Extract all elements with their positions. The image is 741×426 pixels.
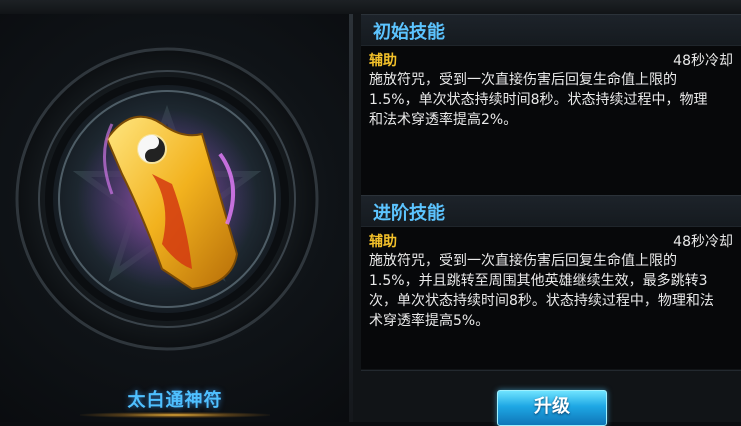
advanced-skill-title: 进阶技能: [373, 203, 445, 224]
initial-skill-box: 辅助 48秒冷却 施放符咒，受到一次直接伤害后回复生命值上限的1.5%，单次状态…: [361, 45, 741, 196]
advanced-skill-cooldown: 48秒冷却: [673, 234, 733, 250]
initial-skill-description: 施放符咒，受到一次直接伤害后回复生命值上限的1.5%，单次状态持续时间8秒。状态…: [369, 72, 708, 128]
initial-skill-header: 初始技能: [361, 14, 741, 45]
advanced-skill-description: 施放符咒，受到一次直接伤害后回复生命值上限的1.5%，并且跳转至周围其他英雄继续…: [369, 253, 714, 329]
initial-skill-type: 辅助: [369, 53, 397, 69]
initial-skill-cooldown: 48秒冷却: [673, 53, 733, 69]
skill-info-panel: 初始技能 辅助 48秒冷却 施放符咒，受到一次直接伤害后回复生命值上限的1.5%…: [353, 14, 741, 422]
item-showcase-panel: 太白通神符: [0, 14, 350, 422]
upgrade-button[interactable]: 升级: [497, 390, 607, 426]
advanced-skill-header: 进阶技能: [361, 195, 741, 226]
item-name: 太白通神符: [127, 390, 223, 411]
advanced-skill-box: 辅助 48秒冷却 施放符咒，受到一次直接伤害后回复生命值上限的1.5%，并且跳转…: [361, 226, 741, 369]
item-name-glow: [80, 412, 270, 418]
top-frame-strip: [0, 0, 741, 15]
advanced-skill-type: 辅助: [369, 234, 397, 250]
talisman-emblem-icon: [15, 47, 319, 351]
initial-skill-title: 初始技能: [373, 22, 445, 43]
bottom-separator: [361, 370, 741, 371]
